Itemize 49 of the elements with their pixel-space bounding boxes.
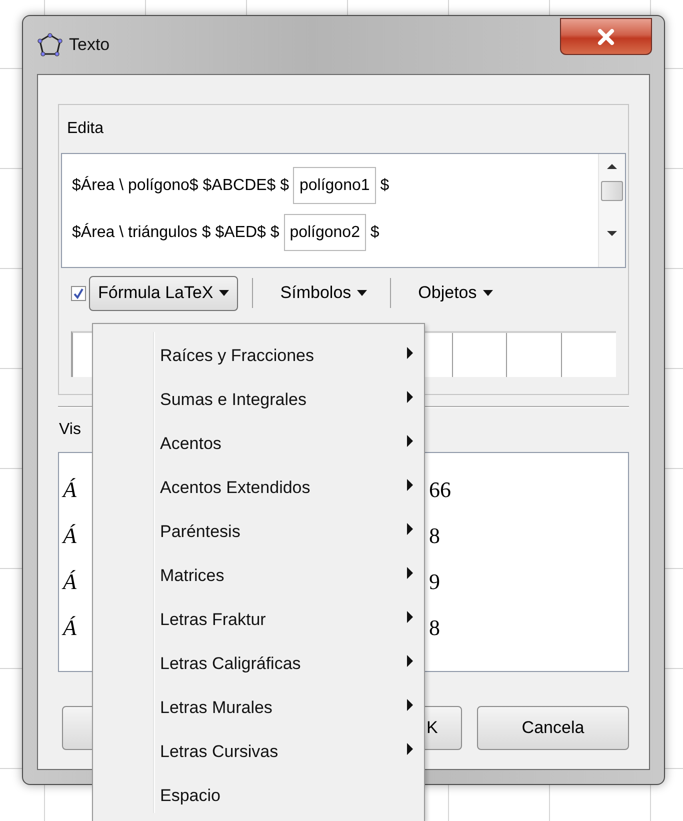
submenu-arrow-icon [407,523,413,535]
submenu-arrow-icon [407,391,413,403]
preview-symbol: Á [63,477,78,503]
close-icon [597,28,615,44]
preview-value: 9 [429,569,440,595]
section-label: Edita [66,119,104,139]
menu-item[interactable]: Letras Fraktur [93,598,424,642]
submenu-arrow-icon [407,655,413,667]
preview-value: 8 [429,523,440,549]
menu-item[interactable]: Letras Murales [93,686,424,730]
polygon-icon [37,33,63,57]
menu-item[interactable]: Acentos Extendidos [93,466,424,510]
preview-symbol: Á [63,523,78,549]
close-button[interactable] [560,18,652,55]
menu-item[interactable]: Letras Cursivas [93,730,424,774]
dropdown-button[interactable]: Objetos [409,276,502,310]
menu-item[interactable]: Raíces y Fracciones [93,334,424,378]
scrollbar[interactable] [598,154,625,267]
menu-item[interactable]: Sumas e Integrales [93,378,424,422]
latex-text-line: $Área \ polígono$ $ABCDE$ $ polígono1 $ [72,162,598,209]
submenu-arrow-icon [407,567,413,579]
object-field[interactable]: polígono1 [293,167,376,204]
menu-item[interactable]: Paréntesis [93,510,424,554]
preview-value: 8 [429,615,440,641]
checkbox[interactable] [71,286,86,300]
submenu-arrow-icon [407,743,413,755]
caret-icon [219,290,230,296]
submenu-arrow-icon [407,347,413,359]
preview-symbol: Á [63,615,78,641]
menu-item[interactable]: Espacio [93,774,424,818]
caret-icon [482,290,493,296]
object-field[interactable]: polígono2 [284,214,366,251]
preview-symbol: Á [63,569,78,595]
dropdown-button[interactable]: Símbolos [271,276,376,310]
latex-text-line: $Área \ triángulos $ $AED$ $ polígono2 $ [72,209,598,256]
submenu-arrow-icon [407,611,413,623]
window-title: Texto [69,35,110,55]
menu-item[interactable]: Acentos [93,422,424,466]
cancel-button[interactable]: Cancela [476,706,629,750]
submenu-arrow-icon [407,435,413,447]
submenu-arrow-icon [407,479,413,491]
menu-item[interactable]: Letras Caligráficas [93,642,424,686]
menu-item[interactable]: Matrices [93,554,424,598]
dropdown-button[interactable]: Fórmula LaTeX [89,276,238,310]
caret-icon [357,290,368,296]
preview-value: 66 [429,477,451,503]
text-editor[interactable]: $Área \ polígono$ $ABCDE$ $ polígono1 $ $Área \ triángulos $ $AED$ $ polígono2 $ [61,153,626,268]
submenu-arrow-icon [407,699,413,711]
section-label: Vis [59,421,81,440]
